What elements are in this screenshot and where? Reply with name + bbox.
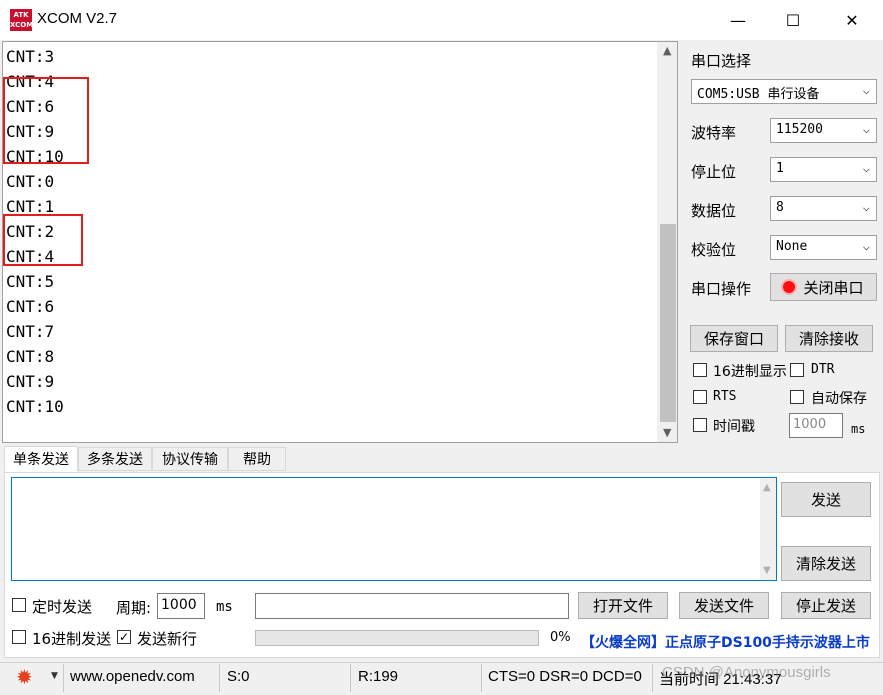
period-unit: ms [216,599,233,615]
send-newline-checkbox[interactable]: ✓ [117,630,131,644]
stop-bits-select[interactable]: 1 ⌵ [770,157,877,182]
send-progress-text: 0% [550,630,571,645]
ad-link[interactable]: 【火爆全网】正点原子DS100手持示波器上市 [576,627,874,656]
timestamp-label: 时间戳 [713,419,755,435]
receive-line: CNT:0 [6,172,55,191]
rts-label: RTS [713,389,737,404]
tab-single-send[interactable]: 单条发送 [4,446,78,472]
port-select[interactable]: COM5:USB 串行设备 ⌵ [691,79,877,104]
received-count: R:199 [358,668,399,685]
stop-bits-label: 停止位 [691,163,737,181]
close-port-button[interactable]: 关闭串口 [770,273,877,301]
minimize-button[interactable]: — [715,4,761,36]
port-select-label: 串口选择 [691,52,752,70]
receive-line: CNT:10 [6,397,64,416]
hex-send-label: 16进制发送 [32,630,112,648]
minimize-icon: — [730,10,746,30]
tab-protocol[interactable]: 协议传输 [152,447,228,471]
tab-multi-send[interactable]: 多条发送 [78,447,152,471]
hex-display-checkbox[interactable] [693,363,707,377]
status-light-icon [783,281,796,293]
dtr-label: DTR [811,362,835,377]
timestamp-unit: ms [851,422,866,436]
chevron-down-icon: ⌵ [862,200,870,214]
port-operation-label: 串口操作 [691,280,752,298]
hex-send-checkbox[interactable] [12,630,26,644]
receive-line: CNT:6 [6,297,55,316]
period-input[interactable]: 1000 [157,593,205,619]
hex-display-label: 16进制显示 [713,364,787,380]
scrollbar-thumb[interactable] [660,224,676,422]
app-logo-icon: ATK XCOM [10,9,34,31]
gear-icon[interactable]: ✹ [16,666,33,688]
data-bits-select[interactable]: 8 ⌵ [770,196,877,221]
receive-line: CNT:5 [6,272,55,291]
timed-send-checkbox[interactable] [12,598,26,612]
highlight-box [3,77,89,164]
receive-area[interactable]: CNT:3 CNT:4 CNT:6 CNT:9 CNT:10 CNT:0 CNT… [2,41,678,443]
baud-label: 波特率 [691,124,737,142]
timestamp-interval-input[interactable]: 1000 [789,413,843,438]
chevron-down-icon[interactable]: ▼ [51,671,58,681]
send-progress-bar [255,630,539,646]
receive-line: CNT:8 [6,347,55,366]
watermark: CSDN @Anonymousgirls [662,664,831,681]
dtr-checkbox[interactable] [790,363,804,377]
sent-count: S:0 [227,668,250,685]
chevron-down-icon: ⌵ [862,161,870,175]
close-icon: ✕ [845,10,859,30]
chevron-down-icon: ⌵ [862,122,870,136]
maximize-button[interactable]: ☐ [770,4,816,36]
highlight-box [3,214,83,266]
window-title: XCOM V2.7 [37,10,118,27]
file-path-input[interactable] [255,593,569,619]
parity-label: 校验位 [691,241,737,259]
scroll-down-icon[interactable]: ▼ [663,426,671,439]
receive-line: CNT:7 [6,322,55,341]
rts-checkbox[interactable] [693,390,707,404]
modem-signals: CTS=0 DSR=0 DCD=0 [488,668,642,685]
baud-select[interactable]: 115200 ⌵ [770,118,877,143]
chevron-down-icon: ⌵ [862,83,870,97]
close-button[interactable]: ✕ [829,4,875,36]
save-window-button[interactable]: 保存窗口 [690,325,778,352]
send-file-button[interactable]: 发送文件 [679,592,769,619]
scroll-up-icon[interactable]: ▲ [663,44,671,57]
clear-send-button[interactable]: 清除发送 [781,546,871,581]
scroll-up-icon[interactable]: ▲ [763,482,771,493]
auto-save-label: 自动保存 [811,391,867,407]
scroll-down-icon[interactable]: ▼ [763,565,771,576]
send-input[interactable] [11,477,777,581]
send-newline-label: 发送新行 [137,630,198,648]
timed-send-label: 定时发送 [32,598,93,616]
parity-select[interactable]: None ⌵ [770,235,877,260]
period-label: 周期: [116,599,152,617]
website-link[interactable]: www.openedv.com [70,668,195,685]
receive-line: CNT:3 [6,47,55,66]
open-file-button[interactable]: 打开文件 [578,592,668,619]
tab-help[interactable]: 帮助 [228,447,286,471]
timestamp-checkbox[interactable] [693,418,707,432]
chevron-down-icon: ⌵ [862,239,870,253]
data-bits-label: 数据位 [691,202,737,220]
checkmark-icon: ✓ [118,630,130,644]
send-button[interactable]: 发送 [781,482,871,517]
maximize-icon: ☐ [785,10,801,30]
stop-send-button[interactable]: 停止发送 [781,592,871,619]
auto-save-checkbox[interactable] [790,390,804,404]
clear-receive-button[interactable]: 清除接收 [785,325,873,352]
receive-line: CNT:9 [6,372,55,391]
